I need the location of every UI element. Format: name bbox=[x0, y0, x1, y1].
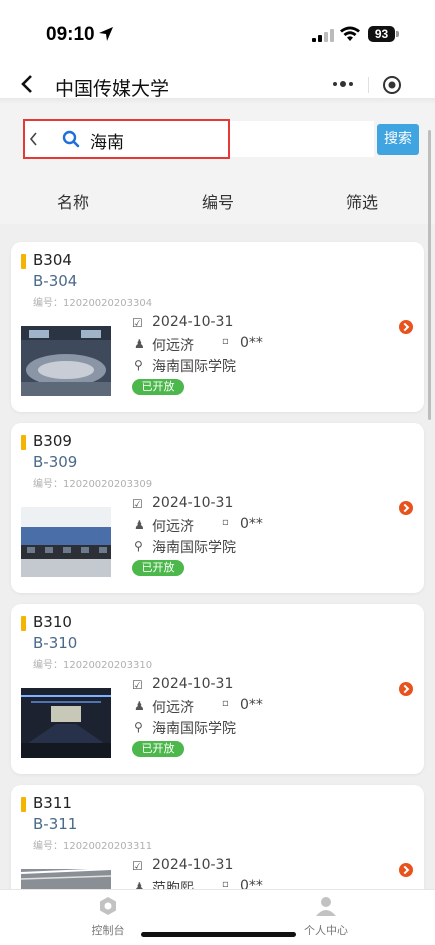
status-badge: 已开放 bbox=[132, 560, 184, 576]
home-indicator bbox=[141, 932, 296, 937]
room-count: 0** bbox=[240, 697, 263, 713]
room-code: B-309 bbox=[33, 453, 78, 471]
person-icon: ♟ bbox=[134, 337, 145, 351]
chevron-right-icon[interactable] bbox=[399, 320, 413, 334]
status-bar: 09:10 93 bbox=[0, 0, 435, 66]
room-name: B310 bbox=[33, 613, 72, 631]
mini-program-capsule bbox=[318, 69, 418, 101]
status-badge: 已开放 bbox=[132, 741, 184, 757]
calendar-icon: ☑ bbox=[132, 497, 143, 511]
calendar-icon: ☑ bbox=[132, 678, 143, 692]
console-icon bbox=[100, 897, 116, 915]
capsule-divider bbox=[368, 77, 369, 93]
location-pin-icon: ⚲ bbox=[134, 539, 143, 553]
cellular-signal-icon bbox=[312, 29, 334, 42]
room-person: 何远济 bbox=[152, 519, 194, 535]
close-target-icon[interactable] bbox=[382, 75, 402, 95]
room-code: B-310 bbox=[33, 634, 78, 652]
back-icon[interactable] bbox=[20, 74, 34, 94]
room-photo bbox=[21, 326, 111, 396]
room-code: B-311 bbox=[33, 815, 78, 833]
room-photo bbox=[21, 688, 111, 758]
title-marker bbox=[21, 616, 26, 631]
tab-console[interactable]: 控制台 bbox=[88, 896, 128, 938]
chevron-right-icon[interactable] bbox=[399, 863, 413, 877]
battery-icon: 93 bbox=[368, 26, 395, 42]
room-code: B-304 bbox=[33, 272, 78, 290]
room-photo bbox=[21, 507, 111, 577]
room-date: 2024-10-31 bbox=[152, 857, 234, 873]
room-person: 何远济 bbox=[152, 338, 194, 354]
title-marker bbox=[21, 254, 26, 269]
search-highlight-box bbox=[23, 119, 230, 159]
calendar-icon: ☑ bbox=[132, 859, 143, 873]
wifi-icon bbox=[340, 26, 360, 41]
title-marker bbox=[21, 435, 26, 450]
room-count: 0** bbox=[240, 516, 263, 532]
person-icon bbox=[316, 897, 336, 916]
filter-row: 名称 编号 筛选 bbox=[0, 174, 435, 224]
person-icon: ♟ bbox=[134, 518, 145, 532]
room-person: 何远济 bbox=[152, 700, 194, 716]
filter-screen[interactable]: 筛选 bbox=[346, 189, 378, 213]
person-icon: ♟ bbox=[134, 699, 145, 713]
room-count: 0** bbox=[240, 335, 263, 351]
room-card[interactable]: B310 B-310 编号：12020020203310 ☑ 2024-10-3… bbox=[11, 604, 424, 774]
status-time: 09:10 bbox=[46, 24, 95, 45]
room-location: 海南国际学院 bbox=[152, 359, 236, 375]
filter-name[interactable]: 名称 bbox=[57, 189, 89, 213]
app-screen: 09:10 93 中国传媒大学 海南 搜索 名称 编号 筛选 B304 B-30… bbox=[0, 0, 435, 945]
room-number: 编号：12020020203309 bbox=[33, 479, 153, 490]
calendar-icon: ☑ bbox=[132, 316, 143, 330]
room-number: 编号：12020020203304 bbox=[33, 298, 153, 309]
search-button[interactable]: 搜索 bbox=[377, 124, 419, 155]
tab-profile-label: 个人中心 bbox=[304, 924, 348, 937]
chevron-right-icon[interactable] bbox=[399, 682, 413, 696]
battery-tip bbox=[396, 31, 399, 37]
room-card[interactable]: B309 B-309 编号：12020020203309 ☑ 2024-10-3… bbox=[11, 423, 424, 593]
chevron-right-icon[interactable] bbox=[399, 501, 413, 515]
title-marker bbox=[21, 797, 26, 812]
status-badge: 已开放 bbox=[132, 379, 184, 395]
phone-icon: ▫ bbox=[222, 336, 229, 347]
phone-icon: ▫ bbox=[222, 698, 229, 709]
location-pin-icon: ⚲ bbox=[134, 720, 143, 734]
search-bar: 海南 搜索 bbox=[0, 104, 435, 174]
room-number: 编号：12020020203310 bbox=[33, 660, 153, 671]
filter-number[interactable]: 编号 bbox=[202, 189, 234, 213]
phone-icon: ▫ bbox=[222, 517, 229, 528]
tab-bar: 控制台 个人中心 bbox=[0, 889, 435, 945]
tab-console-label: 控制台 bbox=[91, 924, 125, 937]
location-arrow-icon bbox=[99, 27, 113, 41]
page-title: 中国传媒大学 bbox=[55, 78, 170, 100]
room-name: B311 bbox=[33, 794, 72, 812]
room-name: B304 bbox=[33, 251, 72, 269]
room-card[interactable]: B304 B-304 编号：12020020203304 ☑ 2024-10-3… bbox=[11, 242, 424, 412]
scrollbar[interactable] bbox=[428, 130, 431, 420]
location-pin-icon: ⚲ bbox=[134, 358, 143, 372]
tab-profile[interactable]: 个人中心 bbox=[300, 896, 352, 938]
more-icon[interactable] bbox=[332, 78, 354, 90]
room-date: 2024-10-31 bbox=[152, 676, 234, 692]
room-number: 编号：12020020203311 bbox=[33, 841, 153, 852]
room-date: 2024-10-31 bbox=[152, 314, 234, 330]
room-name: B309 bbox=[33, 432, 72, 450]
room-location: 海南国际学院 bbox=[152, 540, 236, 556]
room-date: 2024-10-31 bbox=[152, 495, 234, 511]
room-location: 海南国际学院 bbox=[152, 721, 236, 737]
